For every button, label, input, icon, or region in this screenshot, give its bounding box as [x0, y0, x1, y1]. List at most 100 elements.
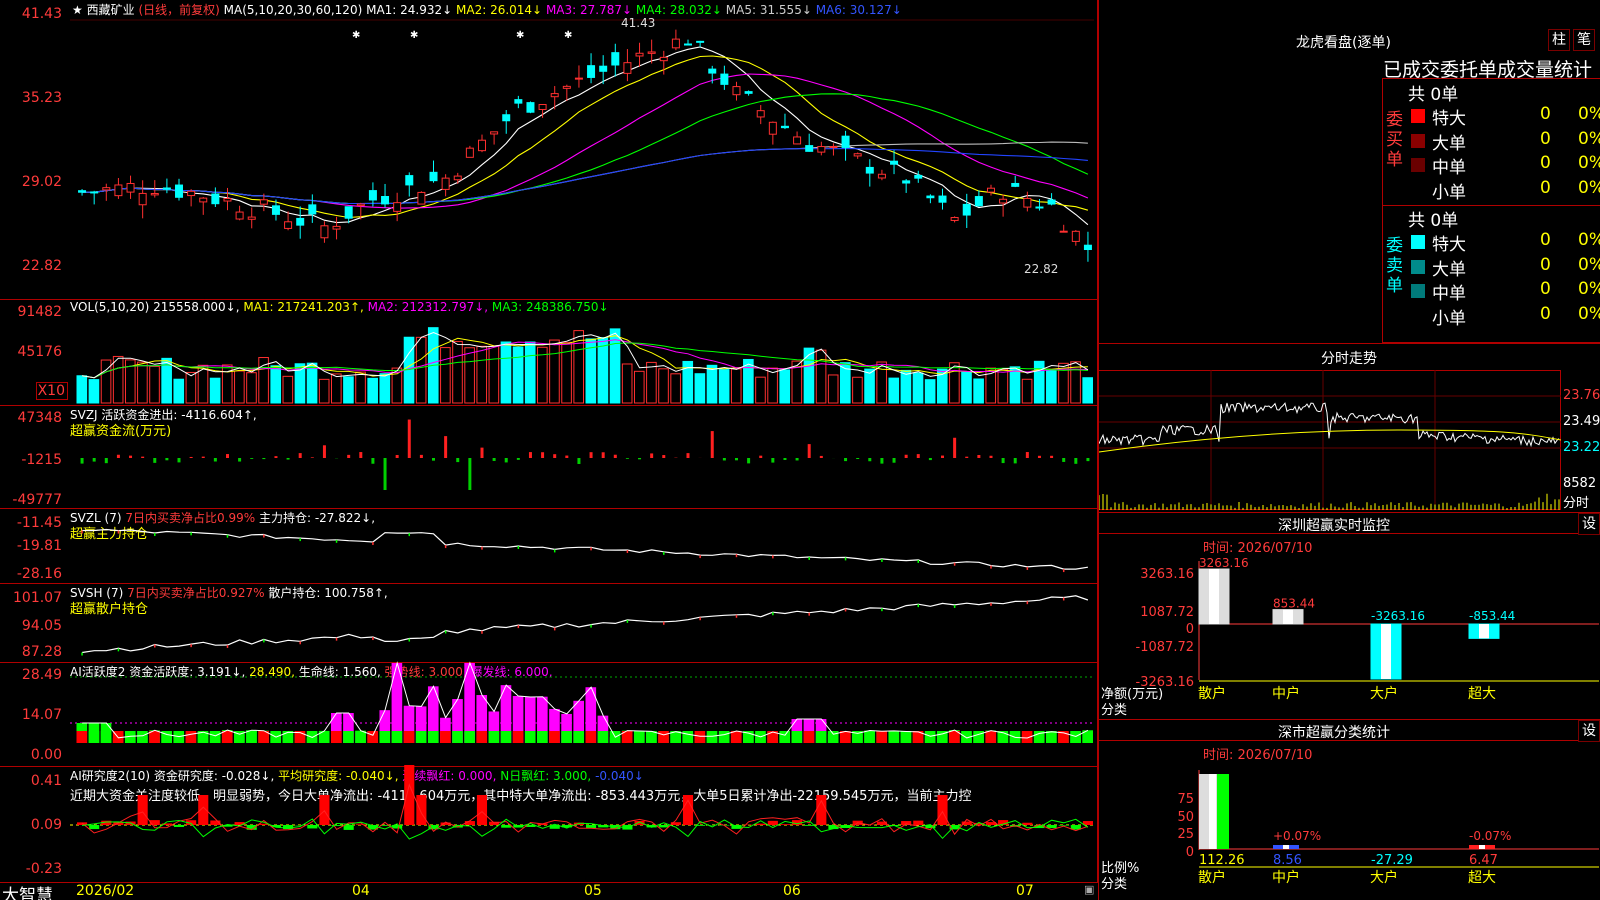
buy-row-pct-3: 0%: [1578, 177, 1600, 198]
szm-bar-label-0: 3263.16: [1199, 556, 1249, 570]
sell-row-count-3: 0: [1540, 303, 1551, 324]
svg-text:✱: ✱: [564, 30, 572, 41]
buy-swatch-2: [1411, 158, 1425, 172]
ai1-chart[interactable]: [0, 661, 1098, 767]
fenshi-title: 分时走势: [1321, 351, 1377, 367]
ai-research-panel[interactable]: AI研究度2(10) 资金研究度: -0.028↓, 平均研究度: -0.040…: [0, 765, 1098, 882]
svsh-panel[interactable]: SVSH (7) 7日内买卖净占比0.927% 散户持仓: 100.758↑, …: [0, 584, 1098, 663]
buy-row-name-3: 小单: [1432, 182, 1466, 203]
szm-cat-3: 超大: [1468, 686, 1496, 702]
lhb-divider-left: [1382, 205, 1410, 206]
buy-row-count-0: 0: [1540, 104, 1551, 124]
time-label-0: 2026/02: [76, 883, 135, 899]
sell-row-name-2: 中单: [1432, 284, 1466, 304]
buy-row-count-2: 0: [1540, 153, 1551, 173]
sell-swatch-3: [1411, 308, 1425, 323]
buy-row-pct-2: 0%: [1578, 153, 1600, 173]
buy-row-name-1: 大单: [1432, 133, 1466, 154]
svzj-chart[interactable]: [0, 406, 1098, 509]
time-label-3: 06: [783, 883, 801, 899]
time-axis: 大智慧 2026/02 04 05 06 07 ▣: [0, 882, 1098, 900]
sell-order-label: 委卖单: [1386, 236, 1403, 296]
buy-row-name-0: 特大: [1432, 109, 1466, 129]
sz-monitor-title: 深圳超赢实时监控: [1278, 518, 1390, 534]
szm-xlabel: 分类: [1101, 703, 1128, 718]
time-label-4: 07: [1016, 883, 1034, 899]
panel-separator: [1098, 0, 1099, 900]
buy-row-name-2: 中单: [1432, 158, 1466, 178]
szm-bar-label-2: -3263.16: [1371, 609, 1425, 623]
svzl-chart[interactable]: [0, 509, 1098, 584]
szc-axis-2: 50: [1177, 810, 1194, 825]
sell-row-pct-1: 0%: [1578, 254, 1600, 275]
fenshi-vol-label: 8582: [1563, 476, 1597, 491]
fenshi-axis-2: 23.49: [1563, 414, 1600, 429]
column-view-button[interactable]: 柱: [1548, 29, 1570, 51]
szc-axis-1: 75: [1177, 792, 1194, 807]
price-high-label: 41.43: [621, 16, 656, 30]
volume-chart[interactable]: [0, 300, 1098, 406]
svsh-chart[interactable]: [0, 584, 1098, 663]
buy-row-pct-1: 0%: [1578, 128, 1600, 149]
sz-monitor-chart[interactable]: 3263.16 散户 853.44 中户 -3263.16 大户 -853.44 超大: [1198, 556, 1600, 720]
sz-class-chart[interactable]: 112.26散户 +0.07% 8.56中户 -27.29大户 -0.07% 6.47 超大: [1198, 770, 1600, 900]
sell-row-pct-0: 0%: [1578, 230, 1600, 250]
sell-row-name-1: 大单: [1432, 259, 1466, 280]
lock-icon[interactable]: ▣: [1084, 883, 1094, 896]
sell-swatch-1: [1411, 259, 1425, 274]
buy-swatch-1: [1411, 133, 1425, 148]
kline-panel[interactable]: ★ 西藏矿业 (日线，前复权) MA(5,10,20,30,60,120) MA…: [0, 0, 1098, 300]
buy-order-label: 委买单: [1386, 110, 1403, 170]
sz-class-settings-button[interactable]: 设: [1578, 720, 1600, 742]
price-low-label: 22.82: [1024, 262, 1059, 276]
ai2-chart[interactable]: [0, 765, 1098, 882]
sell-row-count-0: 0: [1540, 230, 1551, 250]
svg-text:✱: ✱: [352, 30, 360, 41]
sell-row-count-1: 0: [1540, 254, 1551, 275]
szc-value-1: 8.56: [1273, 853, 1302, 868]
sell-row-name-0: 特大: [1432, 235, 1466, 255]
szc-cat-3: 超大: [1468, 870, 1496, 886]
sell-swatch-2: [1411, 284, 1425, 298]
szm-bar-label-3: -853.44: [1469, 609, 1515, 623]
szm-axis-1: 3263.16: [1140, 567, 1194, 582]
time-label-2: 05: [584, 883, 602, 899]
time-label-1: 04: [352, 883, 370, 899]
sz-class-time: 时间: 2026/07/10: [1203, 748, 1313, 763]
buy-row-pct-0: 0%: [1578, 104, 1600, 124]
app-root: { "stock":{"star":"★","name":"西藏矿业","mod…: [0, 0, 1600, 900]
sz-monitor-settings-button[interactable]: 设: [1578, 513, 1600, 535]
sell-row-pct-2: 0%: [1578, 279, 1600, 299]
sell-swatch-0: [1411, 235, 1425, 249]
szc-cat-0: 散户: [1198, 869, 1226, 886]
szc-cat-1: 中户: [1272, 869, 1300, 886]
fenshi-divider: [1099, 343, 1600, 344]
sz-monitor-time: 时间: 2026/07/10: [1203, 541, 1313, 556]
szm-bar-label-1: 853.44: [1273, 597, 1315, 611]
svzj-panel[interactable]: SVZJ 活跃资金进出: -4116.604↑, 超赢资金流(万元) 47348…: [0, 406, 1098, 509]
szc-cat-2: 大户: [1370, 869, 1398, 886]
szm-cat-0: 散户: [1198, 685, 1226, 702]
svzl-panel[interactable]: SVZL (7) 7日内买卖净占比0.99% 主力持仓: -27.822↓, 超…: [0, 509, 1098, 584]
fenshi-unit: 分时: [1563, 496, 1590, 511]
buy-swatch-3: [1411, 182, 1425, 197]
buy-total: 共 0单: [1408, 85, 1459, 105]
sz-class-title: 深市超赢分类统计: [1278, 725, 1390, 741]
szc-value-0: 112.26: [1199, 853, 1245, 868]
volume-panel[interactable]: VOL(5,10,20) 215558.000↓, MA1: 217241.20…: [0, 300, 1098, 406]
buy-swatch-0: [1411, 109, 1425, 123]
szc-value-2: -27.29: [1371, 853, 1413, 868]
ai-activity-panel[interactable]: AI活跃度2 资金活跃度: 3.191↓, 28.490, 生命线: 1.560…: [0, 661, 1098, 767]
kline-chart[interactable]: ✱ ✱ ✱ ✱: [0, 0, 1098, 300]
sell-row-name-3: 小单: [1432, 308, 1466, 329]
szm-axis-2: 1087.72: [1140, 605, 1194, 620]
sell-total: 共 0单: [1408, 211, 1459, 231]
brand-logo: 大智慧: [2, 886, 53, 900]
szc-top-label-3: -0.07%: [1469, 829, 1511, 843]
svg-text:✱: ✱: [410, 30, 418, 41]
tick-view-button[interactable]: 笔: [1573, 29, 1595, 51]
fenshi-chart[interactable]: [1098, 370, 1562, 510]
fenshi-axis-1: 23.76: [1563, 388, 1600, 403]
svg-text:✱: ✱: [516, 30, 524, 41]
szc-top-label-1: +0.07%: [1273, 829, 1321, 843]
